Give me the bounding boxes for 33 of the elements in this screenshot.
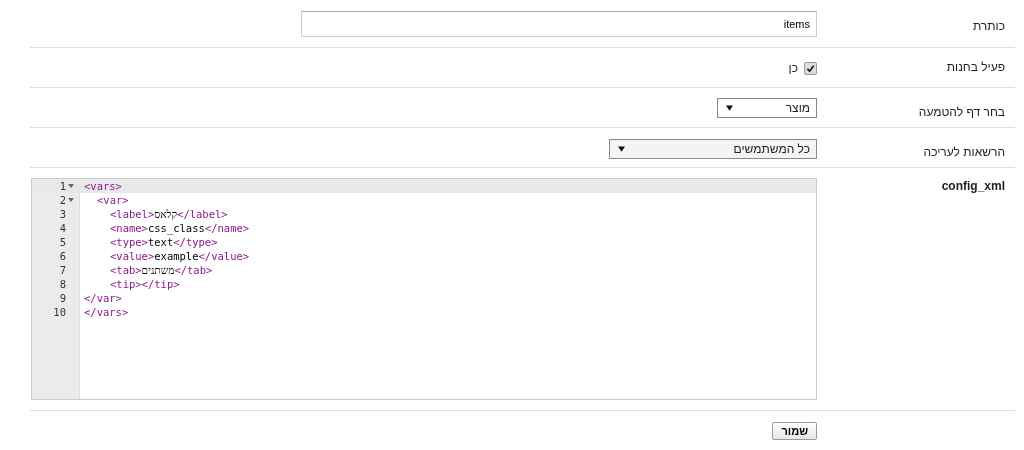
fold-caret-icon[interactable] — [68, 198, 74, 202]
line-number: 10 — [53, 305, 66, 319]
field-label: config_xml — [941, 179, 1005, 193]
caret-icon — [726, 105, 733, 111]
line-number: 9 — [59, 291, 66, 305]
code-line: <tip></tip> — [109, 277, 180, 291]
line-number: 3 — [59, 207, 66, 221]
dropdown[interactable]: מוצר — [717, 98, 817, 118]
fold-caret-icon[interactable] — [68, 184, 74, 188]
checkbox-label: כן — [788, 61, 798, 75]
checkbox[interactable] — [804, 61, 817, 75]
line-number: 4 — [59, 221, 66, 235]
code-line: <var> — [96, 193, 129, 207]
line-number: 5 — [59, 235, 66, 249]
code-line: <name>css_class</name> — [109, 221, 250, 235]
field-label: פעיל בחנות — [946, 60, 1005, 74]
code-line: <type>text</type> — [109, 235, 218, 249]
line-number: 6 — [59, 249, 66, 263]
field-label: הרשאות לעריכה — [923, 145, 1005, 159]
line-number: 1 — [59, 179, 66, 193]
line-number: 8 — [59, 277, 66, 291]
caret-icon — [618, 146, 625, 152]
code-line: </var> — [83, 291, 122, 305]
field-label: בחר דף להטמעה — [918, 105, 1005, 119]
dropdown[interactable]: כל המשתמשים — [609, 139, 817, 159]
field-label: כותרת — [972, 19, 1005, 33]
line-number: 2 — [59, 193, 66, 207]
code-line: <value>example</value> — [109, 249, 250, 263]
code-line: <vars> — [83, 179, 122, 193]
line-number: 7 — [59, 263, 66, 277]
code-line: </vars> — [83, 305, 129, 319]
title-input[interactable]: items — [301, 10, 817, 37]
save-button[interactable]: שמור — [772, 422, 817, 440]
